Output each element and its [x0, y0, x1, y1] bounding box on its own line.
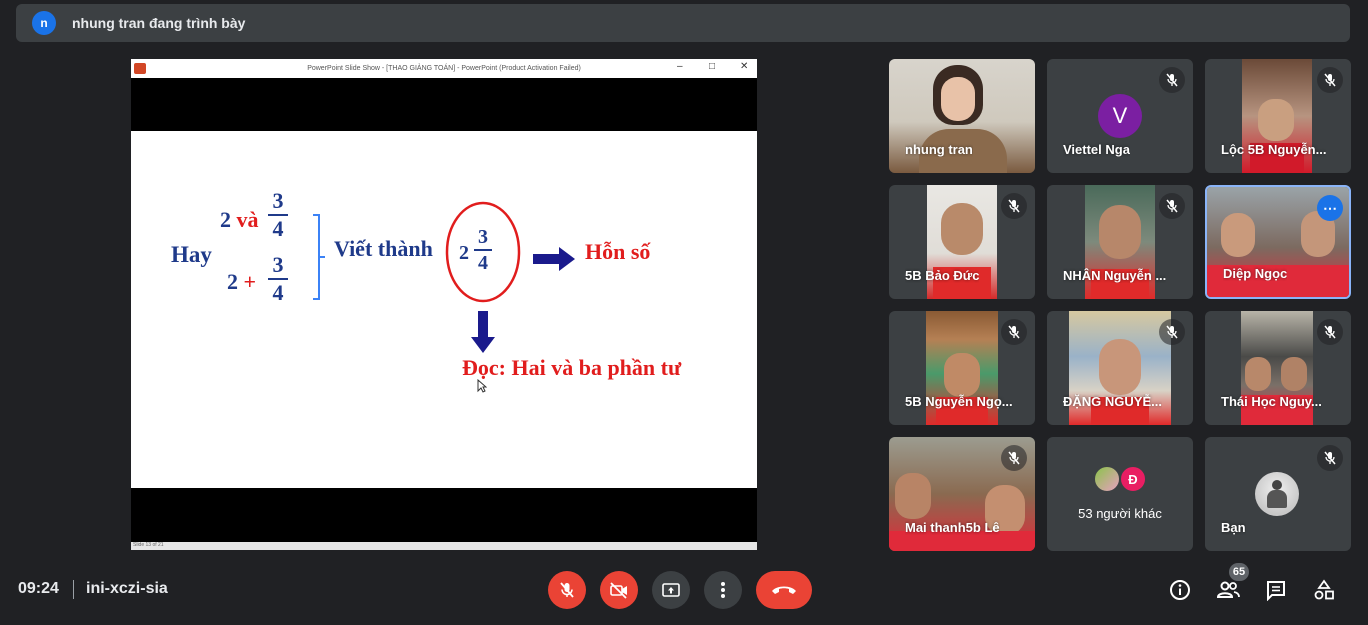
presenting-text: nhung tran đang trình bày	[72, 15, 246, 31]
participant-name: 5B Bảo Đức	[905, 268, 980, 283]
right-arrow-icon	[533, 247, 575, 271]
fraction-three-quarters-1: 34	[268, 189, 288, 241]
present-now-button[interactable]	[652, 571, 690, 609]
hang-up-icon	[772, 586, 796, 594]
maximize-icon: □	[709, 61, 716, 72]
slide-hon-so: Hỗn số	[585, 239, 651, 264]
people-icon	[1216, 581, 1240, 598]
people-button[interactable]	[1215, 577, 1241, 603]
slide-doc: Đọc: Hai và ba phần tư	[462, 355, 682, 380]
participant-name: nhung tran	[905, 142, 973, 157]
powerpoint-titlebar: PowerPoint Slide Show - [THAO GIẢNG TOÁN…	[131, 59, 757, 78]
chat-icon	[1267, 581, 1285, 601]
slide-viet-thanh: Viết thành	[334, 236, 433, 261]
participant-name: ĐẶNG NGUYỄ...	[1063, 394, 1162, 409]
shared-screen: PowerPoint Slide Show - [THAO GIẢNG TOÁN…	[131, 59, 757, 550]
camera-off-icon	[610, 582, 627, 599]
camera-toggle-button[interactable]	[600, 571, 638, 609]
presenting-banner: n nhung tran đang trình bày	[16, 4, 1350, 42]
divider	[73, 580, 74, 599]
slide-counter: Slide 13 of 21	[133, 542, 164, 548]
participant-name: Viettel Nga	[1063, 142, 1130, 157]
present-screen-icon	[662, 583, 680, 597]
mic-off-icon	[560, 582, 574, 598]
self-avatar	[1255, 472, 1299, 516]
participant-tile[interactable]: Mai thanh5b Lê	[889, 437, 1035, 551]
mic-off-icon	[1159, 319, 1185, 345]
mic-off-icon	[1317, 445, 1343, 471]
participant-name: NHÂN Nguyễn ...	[1063, 268, 1167, 283]
mic-off-icon	[1001, 193, 1027, 219]
more-vert-icon	[721, 582, 725, 598]
participant-tile[interactable]: 5B Nguyễn Ngọ...	[889, 311, 1035, 425]
more-options-button[interactable]	[704, 571, 742, 609]
participant-tile[interactable]: ĐẶNG NGUYỄ...	[1047, 311, 1193, 425]
more-participants-tile[interactable]: Đ 53 người khác	[1047, 437, 1193, 551]
slide-two-plus: 2 +	[227, 269, 257, 294]
participant-name: Thái Học Nguy...	[1221, 394, 1322, 409]
participant-avatar: V	[1098, 94, 1142, 138]
presenter-avatar: n	[32, 11, 56, 35]
meeting-time: 09:24	[18, 580, 59, 597]
leave-call-button[interactable]	[756, 571, 812, 609]
mouse-cursor-icon	[477, 379, 487, 393]
slide-content: Hay 2 và 34 2 + 34 Viết thành 2 34 Hỗn s…	[131, 131, 757, 488]
participant-name: Lộc 5B Nguyễn...	[1221, 142, 1327, 157]
participant-name: Diệp Ngọc	[1223, 266, 1288, 281]
meeting-details-button[interactable]	[1167, 577, 1193, 603]
activities-icon	[1314, 579, 1334, 600]
participant-tile[interactable]: 5B Bảo Đức	[889, 185, 1035, 299]
close-icon: ✕	[740, 61, 749, 72]
mic-off-icon	[1317, 319, 1343, 345]
down-arrow-icon	[471, 311, 495, 353]
participant-name: Bạn	[1221, 520, 1246, 535]
info-icon	[1170, 580, 1190, 600]
self-tile[interactable]: Bạn	[1205, 437, 1351, 551]
participant-tile[interactable]: V Viettel Nga	[1047, 59, 1193, 173]
slide-hay: Hay	[171, 242, 212, 267]
mic-off-icon	[1159, 193, 1185, 219]
slide-two-and: 2 và	[220, 207, 259, 232]
participant-name: Mai thanh5b Lê	[905, 520, 1000, 535]
minimize-icon: –	[677, 61, 683, 72]
chat-button[interactable]	[1263, 577, 1289, 603]
participant-tile-active[interactable]: ⋯ Diệp Ngọc	[1205, 185, 1351, 299]
fraction-three-quarters-2: 34	[268, 253, 288, 305]
participant-avatar	[1093, 465, 1121, 493]
participant-name: 5B Nguyễn Ngọ...	[905, 394, 1013, 409]
microphone-toggle-button[interactable]	[548, 571, 586, 609]
meeting-code: ini-xczi-sia	[86, 580, 168, 597]
mixed-whole: 2	[459, 242, 469, 264]
more-options-icon[interactable]: ⋯	[1317, 195, 1343, 221]
bracket	[313, 214, 325, 300]
mic-off-icon	[1001, 319, 1027, 345]
participant-tile[interactable]: Lộc 5B Nguyễn...	[1205, 59, 1351, 173]
more-participants-label: 53 người khác	[1078, 506, 1162, 521]
participant-tile[interactable]: Thái Học Nguy...	[1205, 311, 1351, 425]
activities-button[interactable]	[1311, 577, 1337, 603]
participant-avatar: Đ	[1119, 465, 1147, 493]
mic-off-icon	[1317, 67, 1343, 93]
participant-tile[interactable]: NHÂN Nguyễn ...	[1047, 185, 1193, 299]
mixed-fraction: 34	[474, 226, 492, 274]
window-title: PowerPoint Slide Show - [THAO GIẢNG TOÁN…	[307, 65, 581, 72]
mic-off-icon	[1159, 67, 1185, 93]
ppt-status-bar: Slide 13 of 21	[131, 542, 757, 550]
mic-off-icon	[1001, 445, 1027, 471]
participant-tile[interactable]: nhung tran	[889, 59, 1035, 173]
